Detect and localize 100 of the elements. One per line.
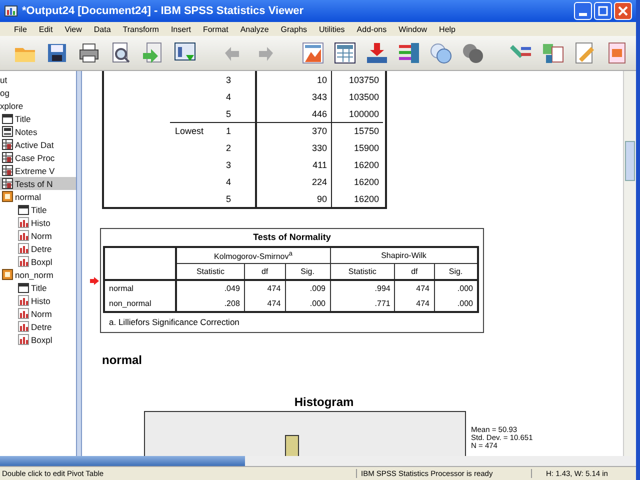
table-cell: Lowest bbox=[170, 122, 226, 139]
outline-item[interactable]: Tests of N bbox=[0, 177, 76, 190]
chart-icon bbox=[18, 243, 29, 254]
menu-item[interactable]: Window bbox=[392, 24, 434, 34]
outline-item[interactable]: Notes bbox=[0, 125, 76, 138]
maximize-icon bbox=[598, 6, 608, 16]
chart-icon bbox=[18, 256, 29, 267]
menu-item[interactable]: File bbox=[8, 24, 33, 34]
table-cell: .000 bbox=[285, 296, 330, 312]
row-header: non_normal bbox=[104, 296, 176, 312]
chart-icon bbox=[18, 295, 29, 306]
chart-icon bbox=[301, 41, 325, 65]
column-header: Kolmogorov-Smirnov$^{a}$ bbox=[176, 247, 330, 264]
outline-item[interactable]: Norm bbox=[0, 229, 76, 242]
minimize-button[interactable] bbox=[574, 2, 592, 20]
outline-item[interactable]: Detre bbox=[0, 242, 76, 255]
chart-icon bbox=[18, 334, 29, 345]
outline-item[interactable]: normal bbox=[0, 190, 76, 203]
table-cell: 474 bbox=[394, 296, 434, 312]
chart-button[interactable] bbox=[300, 40, 326, 66]
outline-item[interactable]: Histo bbox=[0, 216, 76, 229]
outline-item[interactable]: Case Proc bbox=[0, 151, 76, 164]
outline-item[interactable]: Title bbox=[0, 112, 76, 125]
circles-icon bbox=[429, 41, 453, 65]
outline-item[interactable]: ut bbox=[0, 73, 76, 86]
menu-item[interactable]: Insert bbox=[164, 24, 197, 34]
outline-item[interactable]: xplore bbox=[0, 99, 76, 112]
pages-icon bbox=[541, 41, 565, 65]
table-title: Tests of Normality bbox=[252, 231, 332, 244]
chart-title: Histogram bbox=[293, 395, 355, 409]
column-header: df bbox=[394, 264, 434, 280]
chart-icon bbox=[18, 230, 29, 241]
chart-icon bbox=[18, 217, 29, 228]
minimize-icon bbox=[579, 12, 587, 16]
menu-item[interactable]: Edit bbox=[32, 24, 59, 34]
menu-item[interactable]: Utilities bbox=[313, 24, 351, 34]
table-cell: 370 bbox=[257, 122, 332, 139]
edit-icon bbox=[573, 41, 597, 65]
column-header: df bbox=[244, 264, 286, 280]
table-cell: 446 bbox=[257, 105, 332, 122]
printer-icon bbox=[77, 41, 101, 65]
table-cell-text: 16200 bbox=[352, 176, 380, 188]
bars-button[interactable] bbox=[396, 40, 422, 66]
outline-item[interactable]: og bbox=[0, 86, 76, 99]
table-cell: 2 bbox=[226, 139, 257, 156]
table-icon bbox=[333, 41, 357, 65]
title-icon bbox=[18, 204, 29, 215]
table-cell: 4 bbox=[226, 173, 257, 190]
table-cell: .049 bbox=[176, 280, 244, 296]
table-cell: 5 bbox=[226, 190, 257, 207]
menu-item[interactable]: Graphs bbox=[274, 24, 314, 34]
outline-item[interactable]: Norm bbox=[0, 307, 76, 320]
column-header: Statistic bbox=[176, 264, 244, 280]
outline-item[interactable]: Boxpl bbox=[0, 333, 76, 346]
table-cell-text: 15900 bbox=[352, 142, 380, 154]
column-header: Statistic bbox=[330, 264, 395, 280]
menu-item[interactable]: Help bbox=[433, 24, 462, 34]
menu-item[interactable]: Analyze bbox=[234, 24, 275, 34]
menu-item[interactable]: Data bbox=[88, 24, 117, 34]
table-cell-text: 100000 bbox=[348, 108, 380, 120]
download-icon bbox=[365, 41, 389, 65]
table-cell: 474 bbox=[244, 296, 286, 312]
chart-icon bbox=[18, 308, 29, 319]
outline-item[interactable]: Histo bbox=[0, 294, 76, 307]
bars-icon bbox=[397, 41, 421, 65]
menu-item[interactable]: Format bbox=[196, 24, 234, 34]
table-cell: .994 bbox=[330, 280, 395, 296]
download-button[interactable] bbox=[364, 40, 390, 66]
outline-item[interactable]: Extreme V bbox=[0, 164, 76, 177]
table-button[interactable] bbox=[332, 40, 358, 66]
table-cell: 224 bbox=[257, 173, 332, 190]
menu-item[interactable]: Add-ons bbox=[350, 24, 393, 34]
outline-item[interactable]: non_norm bbox=[0, 268, 76, 281]
outline-item[interactable]: Active Dat bbox=[0, 138, 76, 151]
table-cell-text: 103750 bbox=[348, 74, 380, 86]
section-heading: normal bbox=[101, 353, 144, 367]
maximize-button[interactable] bbox=[594, 2, 612, 20]
table-cell: 411 bbox=[257, 156, 332, 173]
close-icon bbox=[618, 6, 628, 16]
menu-item[interactable]: View bbox=[58, 24, 88, 34]
table-cell-text: 16200 bbox=[352, 192, 380, 206]
table-cell: .771 bbox=[330, 296, 395, 312]
outline-item[interactable]: Title bbox=[0, 203, 76, 216]
outline-item[interactable]: Title bbox=[0, 281, 76, 294]
window-title: *Output24 [Document24] - IBM SPSS Statistics Viewer bbox=[22, 5, 305, 17]
book-icon bbox=[2, 191, 13, 202]
horizontal-scrollbar[interactable] bbox=[0, 456, 636, 466]
table-cell: 90 bbox=[257, 190, 332, 207]
column-header: Sig. bbox=[434, 264, 478, 280]
menu-item[interactable]: Transform bbox=[116, 24, 165, 34]
outline-item[interactable]: Detre bbox=[0, 320, 76, 333]
table-cell: 3 bbox=[226, 156, 257, 173]
vertical-scrollbar[interactable] bbox=[623, 71, 636, 456]
table-cell: .000 bbox=[434, 280, 478, 296]
title-icon bbox=[18, 282, 29, 293]
outline-item[interactable]: Boxpl bbox=[0, 255, 76, 268]
close-button[interactable] bbox=[614, 2, 632, 20]
pivot-table[interactable] bbox=[100, 228, 484, 333]
table-cell: 15750 bbox=[332, 122, 383, 139]
table-cell: 474 bbox=[244, 280, 286, 296]
